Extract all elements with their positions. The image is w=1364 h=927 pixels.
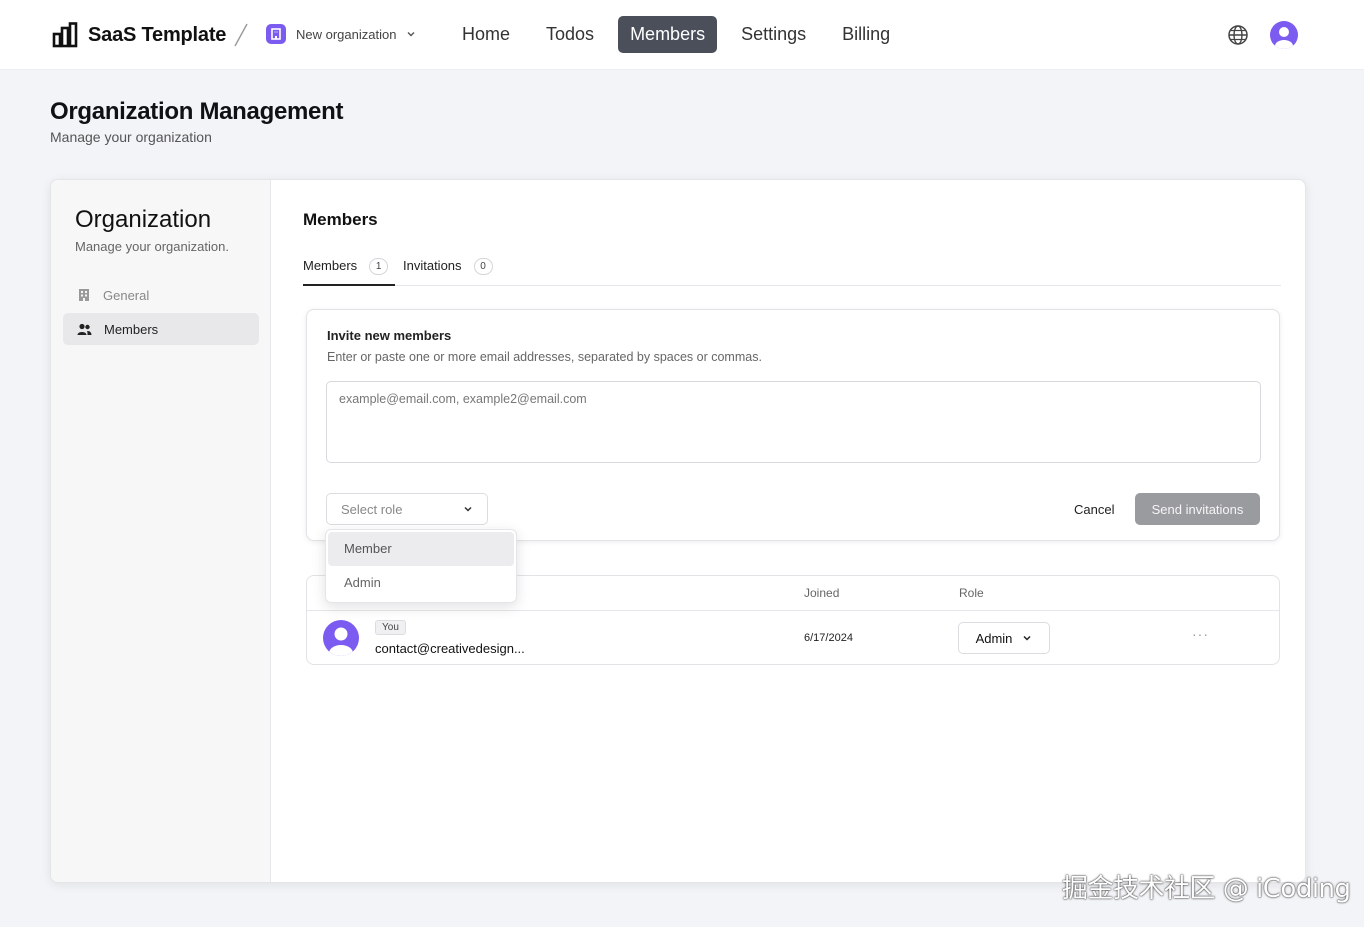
sidebar-item-label: Members: [104, 321, 159, 337]
watermark: 掘金技术社区 @ iCoding: [1062, 874, 1351, 904]
member-email: contact@creativedesign...: [375, 641, 525, 656]
role-option-admin[interactable]: Admin: [328, 566, 514, 600]
invite-members-form: Invite new members Enter or paste one or…: [306, 309, 1280, 541]
avatar: [323, 620, 359, 656]
chevron-down-icon: [407, 32, 415, 37]
invite-description: Enter or paste one or more email address…: [327, 350, 762, 364]
chevron-down-icon: [464, 506, 472, 512]
cancel-button[interactable]: Cancel: [1062, 494, 1126, 524]
organization-switcher[interactable]: New organization: [266, 24, 416, 44]
role-option-member[interactable]: Member: [328, 532, 514, 566]
table-row: You contact@creativedesign... 6/17/2024 …: [307, 612, 1279, 666]
members-tabs: Members 1 Invitations 0: [303, 256, 1281, 286]
user-avatar[interactable]: [1270, 21, 1298, 49]
sidebar-item-general[interactable]: General: [63, 279, 259, 311]
role-dropdown-menu: Member Admin: [325, 529, 517, 603]
member-role-value: Admin: [975, 630, 1013, 646]
nav-billing[interactable]: Billing: [830, 16, 902, 53]
sidebar-item-members[interactable]: Members: [63, 313, 259, 345]
nav-settings[interactable]: Settings: [729, 16, 818, 53]
building-icon: [79, 289, 89, 301]
role-select[interactable]: Select role: [326, 493, 488, 525]
member-role-select[interactable]: Admin: [958, 622, 1050, 654]
column-header-role: Role: [959, 586, 984, 600]
settings-sidebar: Organization Manage your organization. G…: [51, 180, 271, 882]
sidebar-item-label: General: [103, 287, 150, 303]
column-header-joined: Joined: [804, 586, 840, 600]
tab-members[interactable]: Members 1: [303, 256, 395, 286]
globe-icon[interactable]: [1227, 24, 1249, 46]
email-input[interactable]: [326, 381, 1261, 463]
chevron-down-icon: [1023, 635, 1031, 641]
count-badge: 0: [473, 258, 493, 275]
main-nav: Home Todos Members Settings Billing: [450, 16, 902, 53]
organization-name: New organization: [296, 26, 397, 42]
tab-label: Invitations: [403, 258, 462, 273]
role-select-value: Select role: [341, 501, 403, 517]
page-title: Organization Management: [50, 98, 344, 125]
bar-chart-icon: [52, 22, 78, 48]
section-title: Members: [303, 210, 378, 229]
users-icon: [77, 323, 92, 335]
joined-date: 6/17/2024: [804, 632, 853, 644]
more-actions-icon[interactable]: ···: [1192, 626, 1209, 642]
tab-invitations[interactable]: Invitations 0: [403, 256, 493, 286]
count-badge: 1: [369, 258, 389, 275]
page-subtitle: Manage your organization: [50, 129, 212, 145]
nav-todos[interactable]: Todos: [534, 16, 606, 53]
sidebar-title: Organization: [75, 206, 212, 233]
send-invitations-button[interactable]: Send invitations: [1135, 493, 1260, 525]
brand-name: SaaS Template: [88, 23, 227, 46]
organization-icon: [266, 24, 286, 44]
tab-label: Members: [303, 258, 358, 273]
you-badge: You: [375, 620, 406, 635]
nav-members[interactable]: Members: [618, 16, 718, 53]
breadcrumb-separator: [234, 23, 248, 47]
top-navbar: SaaS Template New organization Home Todo…: [0, 0, 1364, 70]
nav-home[interactable]: Home: [450, 16, 522, 53]
organization-card: Organization Manage your organization. G…: [50, 179, 1306, 883]
brand[interactable]: SaaS Template: [52, 22, 226, 48]
invite-title: Invite new members: [327, 328, 452, 343]
sidebar-subtitle: Manage your organization.: [75, 239, 229, 254]
